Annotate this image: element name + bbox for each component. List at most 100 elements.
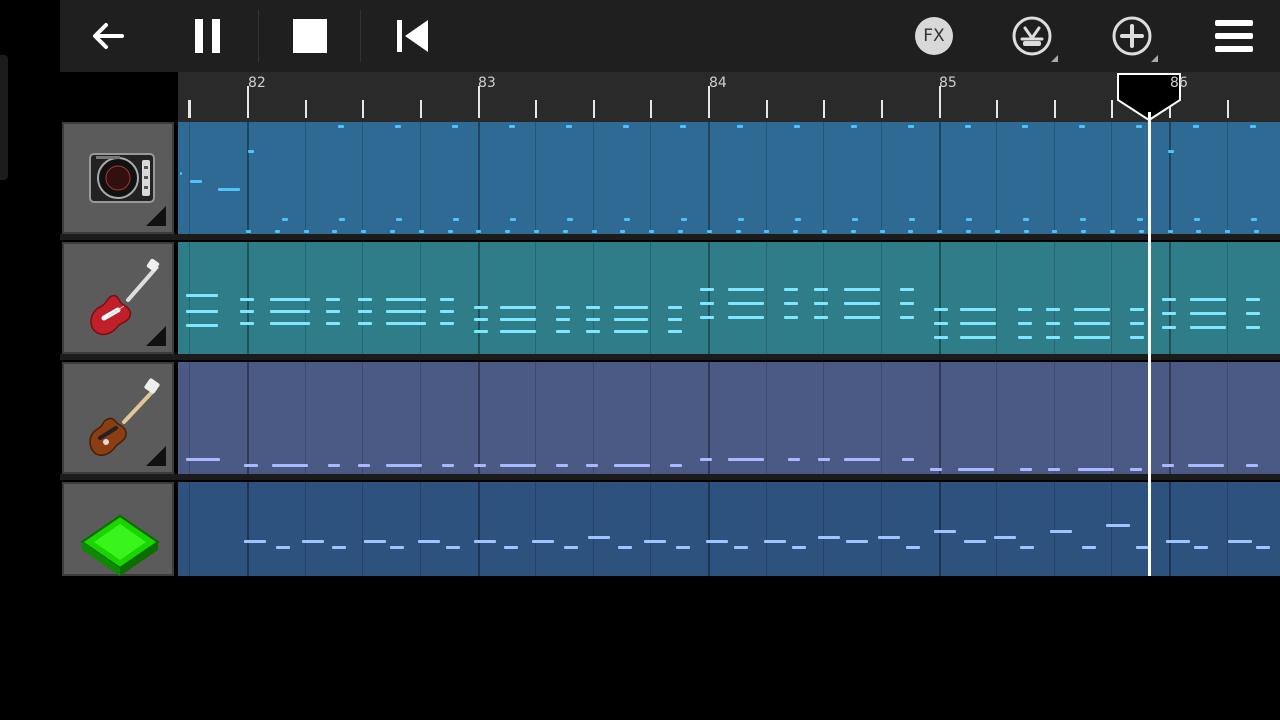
midi-note[interactable]: [386, 464, 422, 467]
midi-note[interactable]: [1167, 230, 1173, 233]
midi-note[interactable]: [668, 330, 682, 333]
guitar-lane[interactable]: [178, 242, 1280, 354]
midi-note[interactable]: [500, 318, 536, 321]
midi-note[interactable]: [900, 288, 914, 291]
midi-note[interactable]: [244, 464, 258, 467]
midi-note[interactable]: [1020, 546, 1034, 549]
stop-button[interactable]: [282, 0, 338, 72]
midi-note[interactable]: [1050, 530, 1072, 533]
midi-note[interactable]: [1080, 218, 1086, 221]
midi-note[interactable]: [1110, 230, 1115, 233]
midi-note[interactable]: [218, 188, 240, 191]
midi-note[interactable]: [1022, 125, 1028, 128]
midi-note[interactable]: [326, 322, 340, 325]
midi-note[interactable]: [1130, 322, 1144, 325]
midi-note[interactable]: [586, 464, 598, 467]
track-header-guitar[interactable]: [62, 242, 174, 354]
midi-note[interactable]: [960, 308, 996, 311]
midi-note[interactable]: [1246, 464, 1258, 467]
midi-note[interactable]: [1250, 125, 1256, 128]
midi-note[interactable]: [1166, 540, 1190, 543]
midi-note[interactable]: [396, 218, 402, 221]
bass-lane[interactable]: [178, 362, 1280, 474]
midi-note[interactable]: [706, 540, 728, 543]
midi-note[interactable]: [818, 536, 840, 539]
midi-note[interactable]: [566, 125, 572, 128]
midi-note[interactable]: [567, 218, 573, 221]
midi-note[interactable]: [844, 458, 880, 461]
midi-note[interactable]: [248, 150, 254, 153]
midi-note[interactable]: [994, 536, 1016, 539]
midi-note[interactable]: [358, 310, 372, 313]
midi-note[interactable]: [1018, 336, 1032, 339]
midi-note[interactable]: [556, 306, 570, 309]
midi-note[interactable]: [1168, 150, 1174, 153]
midi-note[interactable]: [500, 306, 536, 309]
midi-note[interactable]: [476, 230, 482, 233]
track-options-corner[interactable]: [146, 446, 166, 466]
add-button[interactable]: [1104, 0, 1160, 72]
midi-note[interactable]: [1162, 464, 1174, 467]
midi-note[interactable]: [934, 336, 948, 339]
midi-note[interactable]: [474, 318, 488, 321]
midi-note[interactable]: [676, 546, 690, 549]
midi-note[interactable]: [453, 218, 459, 221]
midi-note[interactable]: [358, 322, 372, 325]
midi-note[interactable]: [1079, 125, 1085, 128]
midi-note[interactable]: [326, 310, 340, 313]
midi-note[interactable]: [906, 546, 920, 549]
midi-note[interactable]: [386, 298, 426, 301]
midi-note[interactable]: [1193, 125, 1199, 128]
midi-note[interactable]: [339, 218, 345, 221]
midi-note[interactable]: [1018, 322, 1032, 325]
midi-note[interactable]: [934, 308, 948, 311]
midi-note[interactable]: [440, 322, 454, 325]
midi-note[interactable]: [1082, 546, 1096, 549]
midi-note[interactable]: [1136, 125, 1142, 128]
midi-note[interactable]: [1074, 322, 1110, 325]
midi-note[interactable]: [418, 230, 424, 233]
midi-note[interactable]: [1081, 230, 1087, 233]
midi-note[interactable]: [1194, 546, 1208, 549]
midi-note[interactable]: [591, 230, 597, 233]
pause-button[interactable]: [180, 0, 236, 72]
midi-note[interactable]: [1020, 468, 1032, 471]
synth-lane[interactable]: [178, 482, 1280, 576]
midi-note[interactable]: [794, 125, 800, 128]
edge-handle[interactable]: [0, 55, 8, 180]
midi-note[interactable]: [850, 230, 856, 233]
midi-note[interactable]: [332, 546, 346, 549]
midi-note[interactable]: [668, 318, 682, 321]
midi-note[interactable]: [681, 218, 687, 221]
midi-note[interactable]: [440, 310, 454, 313]
midi-note[interactable]: [440, 298, 454, 301]
midi-note[interactable]: [844, 302, 880, 305]
midi-note[interactable]: [1048, 468, 1060, 471]
midi-note[interactable]: [784, 288, 798, 291]
midi-note[interactable]: [822, 230, 827, 233]
midi-note[interactable]: [728, 288, 764, 291]
midi-note[interactable]: [390, 546, 404, 549]
midi-note[interactable]: [358, 464, 370, 467]
midi-note[interactable]: [706, 230, 712, 233]
midi-note[interactable]: [1130, 336, 1144, 339]
midi-note[interactable]: [937, 230, 943, 233]
midi-note[interactable]: [386, 322, 426, 325]
midi-note[interactable]: [586, 306, 600, 309]
midi-note[interactable]: [358, 298, 372, 301]
midi-note[interactable]: [474, 330, 488, 333]
midi-note[interactable]: [588, 536, 610, 539]
midi-note[interactable]: [186, 310, 218, 313]
midi-note[interactable]: [386, 310, 426, 313]
midi-note[interactable]: [649, 230, 655, 233]
track-header-bass[interactable]: [62, 362, 174, 474]
midi-note[interactable]: [614, 464, 650, 467]
midi-note[interactable]: [1190, 312, 1226, 315]
midi-note[interactable]: [700, 288, 714, 291]
track-header-drum[interactable]: [62, 122, 174, 234]
midi-note[interactable]: [1023, 218, 1029, 221]
midi-note[interactable]: [1196, 230, 1202, 233]
midi-note[interactable]: [960, 322, 996, 325]
midi-note[interactable]: [510, 218, 516, 221]
midi-note[interactable]: [670, 464, 682, 467]
